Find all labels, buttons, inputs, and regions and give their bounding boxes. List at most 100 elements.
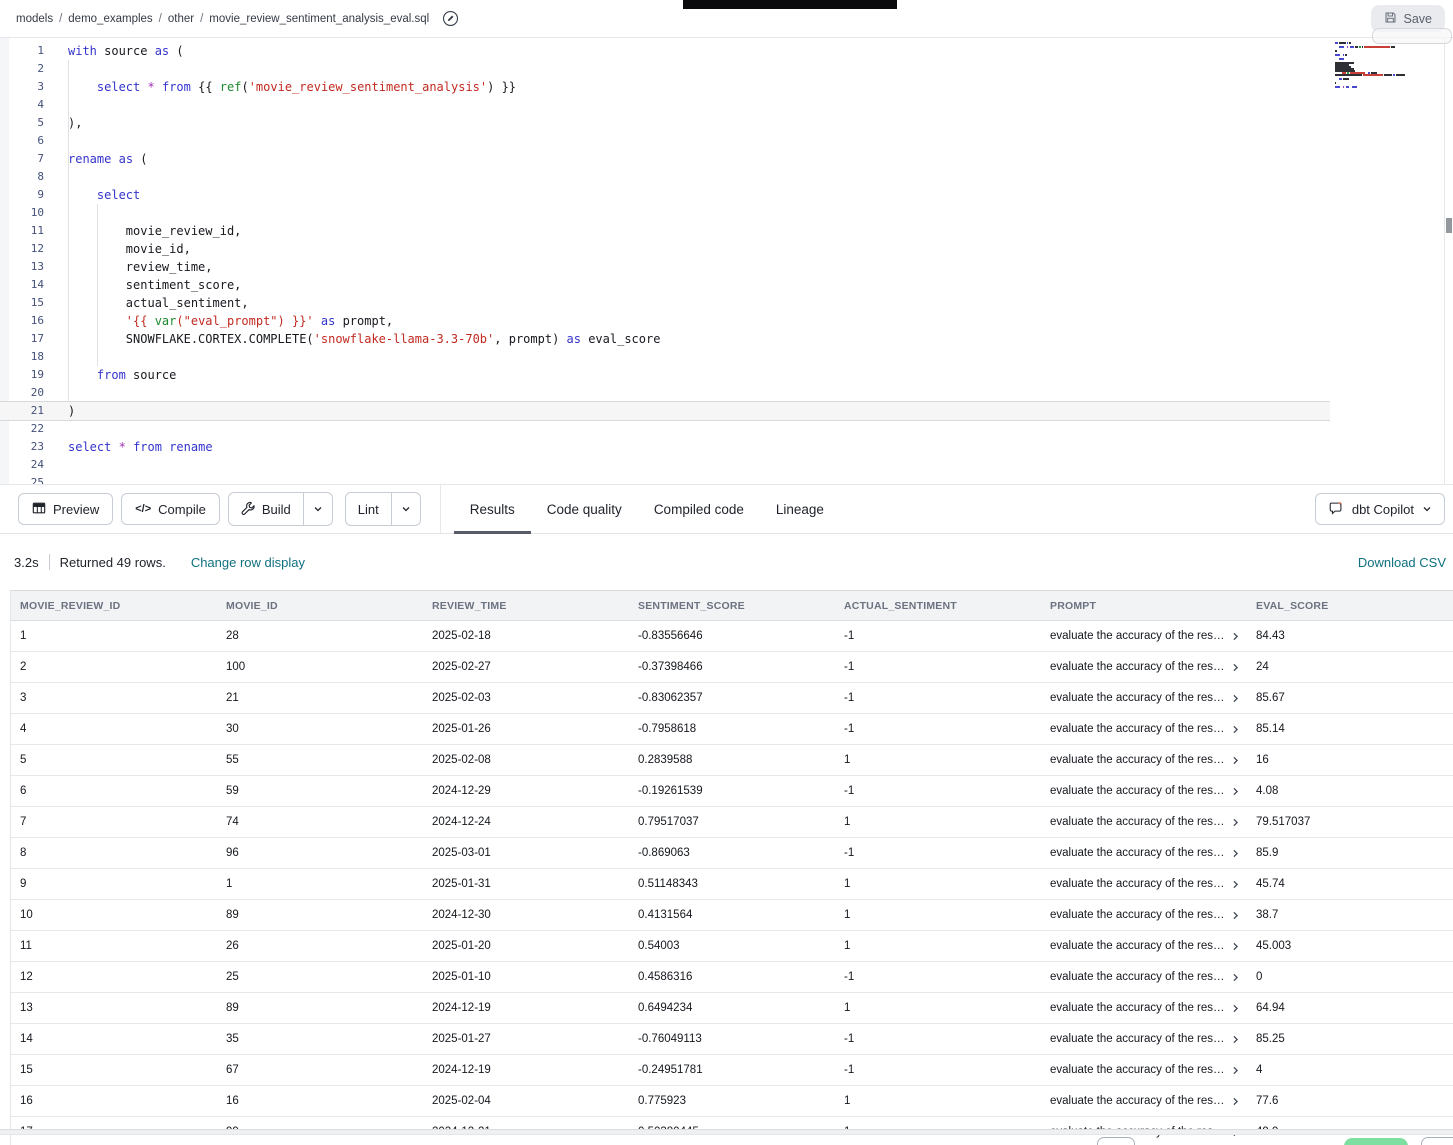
code-line[interactable]: 4 [0,96,1330,114]
prompt-cell: evaluate the accuracy of the res… [1041,630,1247,642]
table-cell: 3 [11,692,217,704]
table-cell: 55 [217,754,423,766]
code-line[interactable]: 19 from source [0,366,1330,384]
prompt-expand-chevron-icon[interactable] [1231,911,1240,920]
table-cell: 10 [11,909,217,921]
edit-pencil-circle-icon[interactable] [442,10,459,27]
column-header: ACTUAL_SENTIMENT [835,600,1041,612]
code-line[interactable]: 10 [0,204,1330,222]
code-line[interactable]: 13 review_time, [0,258,1330,276]
code-text: select * from rename [68,438,213,456]
code-line[interactable]: 3 select * from {{ ref('movie_review_sen… [0,78,1330,96]
line-number: 18 [0,348,44,366]
prompt-expand-chevron-icon[interactable] [1231,756,1240,765]
table-row: 11262025-01-200.540031evaluate the accur… [11,931,1453,962]
table-cell: 1 [835,1095,1041,1107]
code-line[interactable]: 2 [0,60,1330,78]
compile-button[interactable]: </> Compile [121,493,220,525]
table-cell: 26 [217,940,423,952]
code-text: movie_review_id, [68,222,241,240]
build-dropdown-button[interactable] [304,493,332,525]
prompt-expand-chevron-icon[interactable] [1231,725,1240,734]
code-line[interactable]: 23 select * from rename [0,438,1330,456]
code-line[interactable]: 17 SNOWFLAKE.CORTEX.COMPLETE('snowflake-… [0,330,1330,348]
prompt-expand-chevron-icon[interactable] [1231,787,1240,796]
table-cell: 0.79517037 [629,816,835,828]
breadcrumb-segment[interactable]: models [16,13,53,25]
prompt-expand-chevron-icon[interactable] [1231,1035,1240,1044]
code-line[interactable]: 16 '{{ var("eval_prompt") }}' as prompt, [0,312,1330,330]
table-row: 15672024-12-19-0.24951781-1evaluate the … [11,1055,1453,1086]
preview-button[interactable]: Preview [18,493,113,525]
change-row-display-link[interactable]: Change row display [191,555,305,570]
download-csv-link[interactable]: Download CSV [1358,555,1449,570]
table-cell: 2025-02-18 [423,630,629,642]
code-line[interactable]: 12 movie_id, [0,240,1330,258]
code-line[interactable]: 18 [0,348,1330,366]
editor-scrollbar-thumb[interactable] [1446,218,1452,233]
eval-score-cell: 0 [1247,971,1453,983]
prompt-expand-chevron-icon[interactable] [1231,694,1240,703]
code-line[interactable]: 6 [0,132,1330,150]
code-line[interactable]: 15 actual_sentiment, [0,294,1330,312]
code-line[interactable]: 7rename as ( [0,150,1330,168]
minimap[interactable] [1335,42,1425,92]
table-cell: 4 [11,723,217,735]
prompt-cell: evaluate the accuracy of the res… [1041,847,1247,859]
line-number: 6 [0,132,44,150]
code-line[interactable]: 5), [0,114,1330,132]
minimap-slider[interactable] [1372,28,1452,44]
table-cell: 0.54003 [629,940,835,952]
editor-scrollbar-track[interactable] [1444,38,1453,484]
sql-code-editor[interactable]: 1with source as (23 select * from {{ ref… [0,38,1453,484]
code-line[interactable]: 24 [0,456,1330,474]
prompt-expand-chevron-icon[interactable] [1231,632,1240,641]
eval-score-cell: 38.7 [1247,909,1453,921]
lint-button[interactable]: Lint [346,493,392,525]
prompt-expand-chevron-icon[interactable] [1231,1097,1240,1106]
prompt-expand-chevron-icon[interactable] [1231,973,1240,982]
line-number: 17 [0,330,44,348]
table-cell: 5 [11,754,217,766]
tab-compiled-code[interactable]: Compiled code [638,484,760,534]
prompt-expand-chevron-icon[interactable] [1231,1004,1240,1013]
table-row: 912025-01-310.511483431evaluate the accu… [11,869,1453,900]
code-line[interactable]: 20 [0,384,1330,402]
code-line[interactable]: 11 movie_review_id, [0,222,1330,240]
prompt-expand-chevron-icon[interactable] [1231,880,1240,889]
prompt-expand-chevron-icon[interactable] [1231,849,1240,858]
code-line[interactable]: 22 [0,420,1330,438]
table-cell: 2 [11,661,217,673]
code-line[interactable]: 25 [0,474,1330,484]
column-header: EVAL_SCORE [1247,600,1453,612]
breadcrumb-segment[interactable]: other [168,13,194,25]
table-cell: 21 [217,692,423,704]
code-line[interactable]: 8 [0,168,1330,186]
table-cell: -1 [835,692,1041,704]
lint-dropdown-button[interactable] [392,493,420,525]
build-button[interactable]: Build [229,493,304,525]
prompt-expand-chevron-icon[interactable] [1231,818,1240,827]
eval-score-cell: 16 [1247,754,1453,766]
table-cell: -0.83556646 [629,630,835,642]
tab-code-quality[interactable]: Code quality [531,484,638,534]
line-number: 23 [0,438,44,456]
breadcrumb-segment[interactable]: demo_examples [68,13,152,25]
dbt-copilot-button[interactable]: dbt Copilot [1315,493,1445,525]
bottom-partial-button[interactable] [1421,1137,1453,1145]
code-line[interactable]: 14 sentiment_score, [0,276,1330,294]
code-line[interactable]: 9 select [0,186,1330,204]
bottom-partial-button[interactable] [1097,1137,1135,1145]
table-cell: 2025-01-27 [423,1033,629,1045]
prompt-expand-chevron-icon[interactable] [1231,1066,1240,1075]
code-line[interactable]: 1with source as ( [0,42,1330,60]
table-cell: 11 [11,940,217,952]
tab-results[interactable]: Results [454,484,531,534]
prompt-expand-chevron-icon[interactable] [1231,663,1240,672]
table-cell: 2024-12-29 [423,785,629,797]
bottom-green-pill[interactable] [1344,1138,1408,1145]
breadcrumb-filename[interactable]: movie_review_sentiment_analysis_eval.sql [209,13,429,25]
code-line[interactable]: 21) [0,402,1330,420]
tab-lineage[interactable]: Lineage [760,484,840,534]
prompt-expand-chevron-icon[interactable] [1231,942,1240,951]
